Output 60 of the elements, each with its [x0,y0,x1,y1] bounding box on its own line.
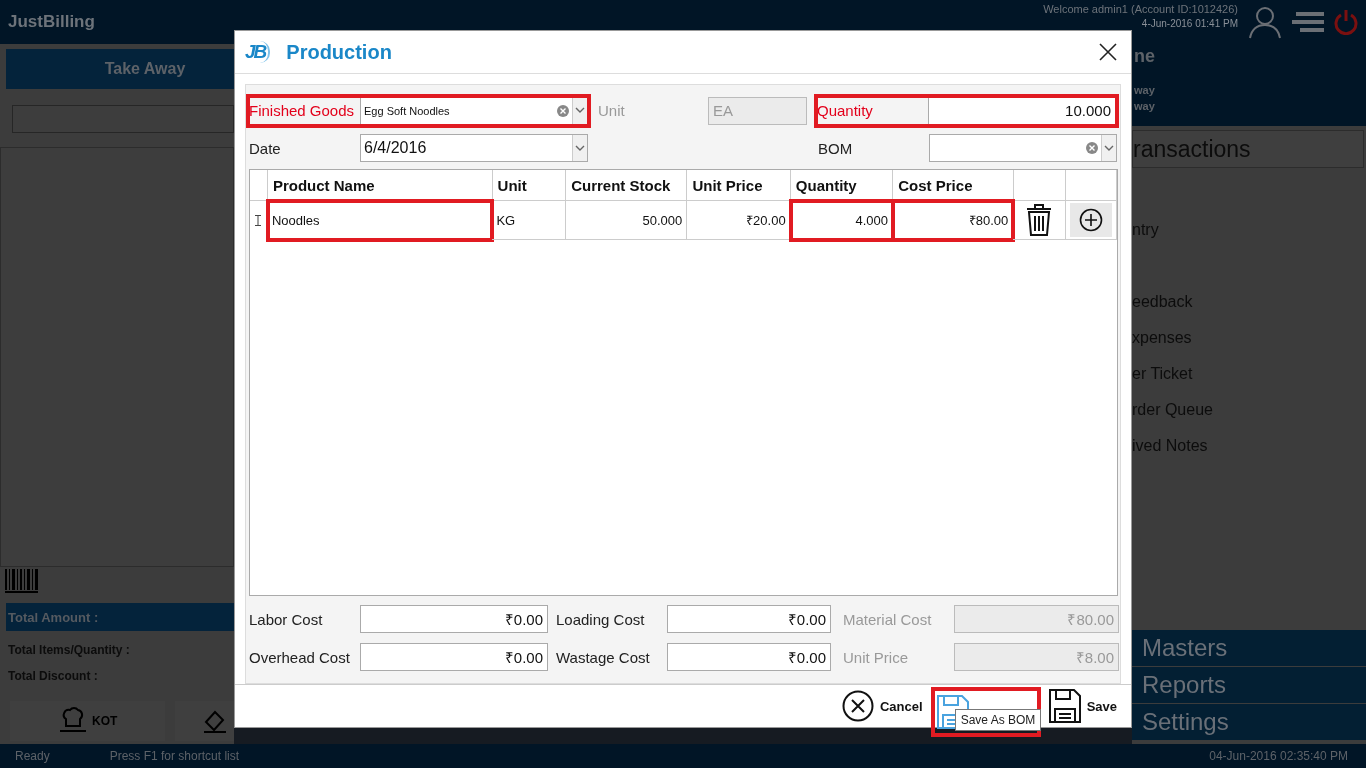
user-icon[interactable] [1248,5,1282,39]
column-header[interactable]: Current Stock [566,170,688,201]
status-text: Ready [15,749,50,763]
menu-icon[interactable] [1292,12,1324,32]
field-label: Unit [598,102,626,120]
column-header[interactable]: Quantity [790,170,894,201]
cost-label: Labor Cost [249,610,324,628]
bom-combobox[interactable] [929,134,1117,163]
panel-title: ne [1134,46,1156,68]
cost-label: Wastage Cost [556,648,651,666]
shortcut-hint: Press F1 for shortcut list [109,749,240,763]
total-amount-label: Total Amount : [6,603,234,631]
table-cell: ₹80.00 [893,201,1014,241]
table-cell: 4.000 [790,201,894,241]
search-field[interactable] [12,105,234,133]
clear-icon[interactable] [1086,142,1098,155]
welcome-text: Welcome admin1 (Account ID:1012426) [1043,3,1238,15]
quantity-field[interactable]: 10.000 [928,96,1116,125]
eraser-icon [202,708,228,734]
field-label: Finished Goods [249,102,356,120]
table-cell: ₹20.00 [687,201,791,241]
table-cell: Noodles [267,201,493,241]
cancel-button[interactable]: Cancel [840,688,925,724]
login-time-text: 4-Jun-2016 01:41 PM [1141,18,1238,29]
column-header[interactable]: Product Name [267,170,493,201]
cost-label: Material Cost [843,610,933,628]
add-row-button[interactable] [1070,203,1112,238]
trash-icon[interactable] [1026,204,1053,237]
app-logo: JustBilling [8,12,95,32]
cost-field[interactable]: ₹0.00 [360,643,548,671]
save-button[interactable]: Save [1046,687,1119,725]
cost-field[interactable]: ₹0.00 [667,643,831,671]
status-datetime: 04-Jun-2016 02:35:40 PM [1209,749,1348,763]
table-cell: 50.000 [566,201,688,241]
tooltip: Save As BOM [954,709,1042,731]
panel-subtitle: way [1134,84,1156,98]
cost-field[interactable]: ₹0.00 [667,605,831,633]
field-label: BOM [818,139,854,157]
dialog-title: Production [286,40,392,64]
close-icon[interactable] [1099,43,1117,61]
field-label: Quantity [817,102,874,120]
chevron-down-icon[interactable] [1104,144,1114,152]
jb-logo: JB [245,41,271,63]
table-cell: KG [492,201,567,241]
panel-subtitle: way [1134,100,1156,114]
field-label: Date [249,139,282,157]
cost-field[interactable]: ₹0.00 [360,605,548,633]
save-as-bom-button[interactable]: Save As BOM [930,687,1041,737]
chevron-down-icon[interactable] [575,107,585,115]
column-header[interactable]: Unit Price [687,170,791,201]
cost-label: Unit Price [843,648,910,666]
column-header[interactable]: Unit [492,170,567,201]
cost-label: Overhead Cost [249,648,351,666]
cost-label: Loading Cost [556,610,646,628]
cancel-icon [842,690,874,722]
clear-icon[interactable] [557,104,569,117]
chevron-down-icon[interactable] [575,144,585,152]
column-header[interactable]: Cost Price [893,170,1014,201]
finished-goods-combobox[interactable]: Egg Soft Noodles [360,96,588,125]
date-picker[interactable]: 6/4/2016 [360,134,588,163]
